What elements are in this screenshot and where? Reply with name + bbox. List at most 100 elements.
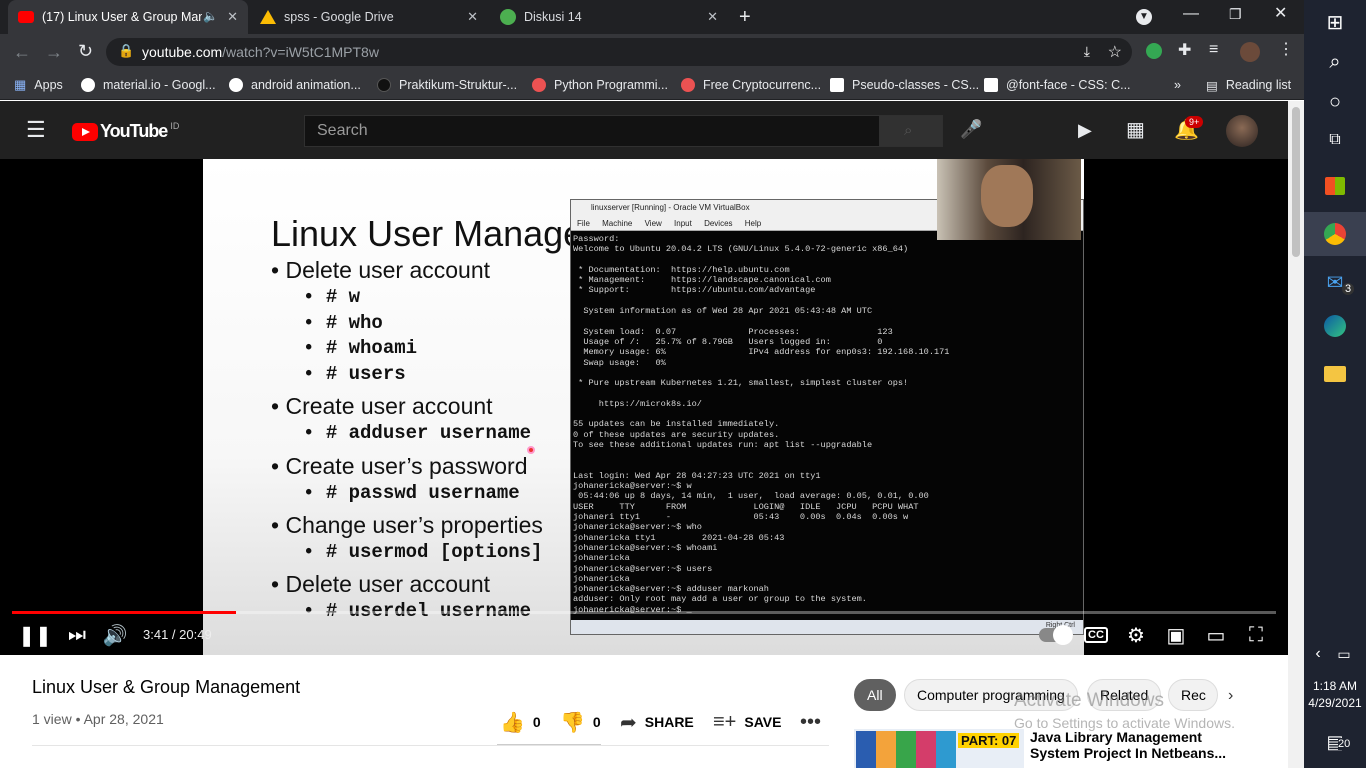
tab-diskusi[interactable]: Diskusi 14 ✕ [490,0,728,34]
bookmark-star-icon[interactable]: ☆ [1108,42,1122,62]
bookmark-apps[interactable]: ▦ Apps [14,70,63,100]
notifications-center-icon[interactable]: ▤ [1304,720,1366,764]
account-avatar[interactable] [1226,115,1258,147]
create-video-icon[interactable]: ▶ [1078,121,1092,139]
terminal-line: 05:44:06 up 8 days, 14 min, 1 user, load… [573,491,929,502]
bookmarks-more[interactable]: » [1174,70,1181,100]
mail-icon[interactable]: ✉ [1304,260,1366,304]
close-icon[interactable]: ✕ [467,9,478,25]
more-actions-button[interactable]: ••• [800,711,829,733]
search-input[interactable]: Search [304,115,880,147]
search-icon[interactable]: ⌕ [1304,40,1366,84]
terminal-line: 0 of these updates are security updates. [573,429,780,440]
close-icon[interactable]: ✕ [707,9,718,25]
browser-tab-bar: (17) Linux User & Group Man 🔈 ✕ spss - G… [0,0,1304,34]
audio-playing-icon[interactable]: 🔈 [203,9,218,23]
share-button[interactable]: ➦ SHARE [620,711,694,734]
apps-grid-icon[interactable]: ▦ [1126,120,1145,140]
bookmark-label: android animation... [251,78,361,92]
dislike-button[interactable]: 👎 0 [560,711,601,734]
file-explorer-icon[interactable] [1304,352,1366,396]
bookmark-praktikum[interactable]: Praktikum-Struktur-... [377,70,517,100]
youtube-play-logo-icon [72,122,98,141]
country-code: ID [170,121,180,131]
scrollbar-thumb[interactable] [1292,107,1300,257]
task-view-icon[interactable]: ⧉ [1304,118,1366,162]
reading-list-label: Reading list [1225,78,1292,92]
extension-green-icon[interactable] [1146,43,1162,59]
tab-google-drive[interactable]: spss - Google Drive ✕ [250,0,488,34]
tab-title: spss - Google Drive [284,10,394,24]
slide-heading: • Create user account [271,393,493,419]
system-clock[interactable]: 1:18 AM 4/29/2021 [1304,678,1366,712]
bookmark-font-face[interactable]: @font-face - CSS: C... [984,70,1131,100]
recommendation-title[interactable]: Java Library Management System Project I… [1030,729,1230,761]
chip-all[interactable]: All [854,679,896,711]
chrome-menu-icon[interactable]: ⋮ [1278,42,1294,58]
terminal-line: https://microk8s.io/ [573,398,702,409]
bookmark-python[interactable]: Python Programmi... [532,70,668,100]
share-arrow-icon: ➦ [620,711,637,734]
windows-start-icon[interactable]: ⊞ [1304,0,1366,44]
chip-recent[interactable]: Rec [1168,679,1218,711]
slide-command: • # usermod [options] [303,541,543,563]
back-icon[interactable]: ← [13,43,31,61]
add-playlist-icon: ≡+ [713,710,737,733]
recommendation-thumbnail[interactable]: PART: 07 [854,729,1024,768]
activate-windows-title: Activate Windows [1014,690,1164,711]
terminal-line: johanericka@server:~$ users [573,563,713,574]
next-icon[interactable]: ⏭ [64,620,90,650]
profile-avatar[interactable] [1240,42,1260,62]
edge-icon[interactable] [1304,304,1366,348]
youtube-logo[interactable]: YouTube ID [72,121,179,142]
video-meta: 1 view • Apr 28, 2021 [32,711,164,727]
like-button[interactable]: 👍 0 [500,711,541,734]
media-control-icon[interactable]: ≡ [1209,42,1218,58]
tab-search-icon[interactable]: ▼ [1136,9,1152,25]
close-icon[interactable]: ✕ [227,9,238,25]
restore-icon[interactable]: ❐ [1229,7,1242,21]
tab-youtube[interactable]: (17) Linux User & Group Man 🔈 ✕ [8,0,248,34]
store-icon[interactable] [1304,164,1366,208]
chrome-icon[interactable] [1304,212,1366,256]
progress-bar[interactable] [12,611,1276,614]
bookmark-crypto[interactable]: Free Cryptocurrenc... [681,70,821,100]
save-button[interactable]: ≡+ SAVE [713,711,781,733]
install-icon[interactable]: ⤓ [1084,43,1090,60]
bookmark-pseudo-classes[interactable]: Pseudo-classes - CS... [830,70,979,100]
thumbs-up-icon: 👍 [500,711,525,734]
theater-mode-icon[interactable]: ▭ [1204,620,1228,650]
bookmark-label: Free Cryptocurrenc... [703,78,822,92]
bookmark-android-animation[interactable]: android animation... [229,70,361,100]
url-omnibox[interactable]: 🔒 youtube.com/watch?v=iW5tC1MPT8w ⤓ ☆ [106,38,1132,66]
slide-title: Linux User Manage [271,213,584,254]
more-label: » [1174,78,1181,92]
minimize-icon[interactable]: — [1183,6,1199,22]
mdn-icon [830,78,844,92]
search-button[interactable]: ⌕ [879,115,943,147]
terminal-line: * Pure upstream Kubernetes 1.21, smalles… [573,378,909,389]
new-tab-icon[interactable]: + [739,7,751,27]
hamburger-menu-icon[interactable]: ☰ [26,119,46,141]
google-icon [81,78,95,92]
udemy-icon [532,78,546,92]
captions-icon[interactable]: CC [1084,620,1108,650]
mic-icon[interactable]: 🎤 [960,120,982,138]
chevron-right-icon[interactable]: › [1228,688,1233,704]
bookmark-material-io[interactable]: material.io - Googl... [81,70,216,100]
forward-icon[interactable]: → [45,43,63,61]
reading-list[interactable]: ▤ Reading list [1206,70,1291,100]
fullscreen-icon[interactable]: ⛶ [1244,620,1268,650]
activate-windows-subtitle: Go to Settings to activate Windows. [1014,715,1235,731]
settings-gear-icon[interactable]: ⚙ [1124,620,1148,650]
reload-icon[interactable]: ↻ [78,42,93,60]
close-window-icon[interactable]: ✕ [1274,6,1287,22]
autoplay-toggle[interactable] [1038,620,1074,650]
volume-icon[interactable]: 🔊 [102,620,128,650]
pause-icon[interactable]: ❚❚ [18,620,52,650]
miniplayer-icon[interactable]: ▣ [1164,620,1188,650]
extensions-puzzle-icon[interactable]: ✚ [1178,43,1191,59]
